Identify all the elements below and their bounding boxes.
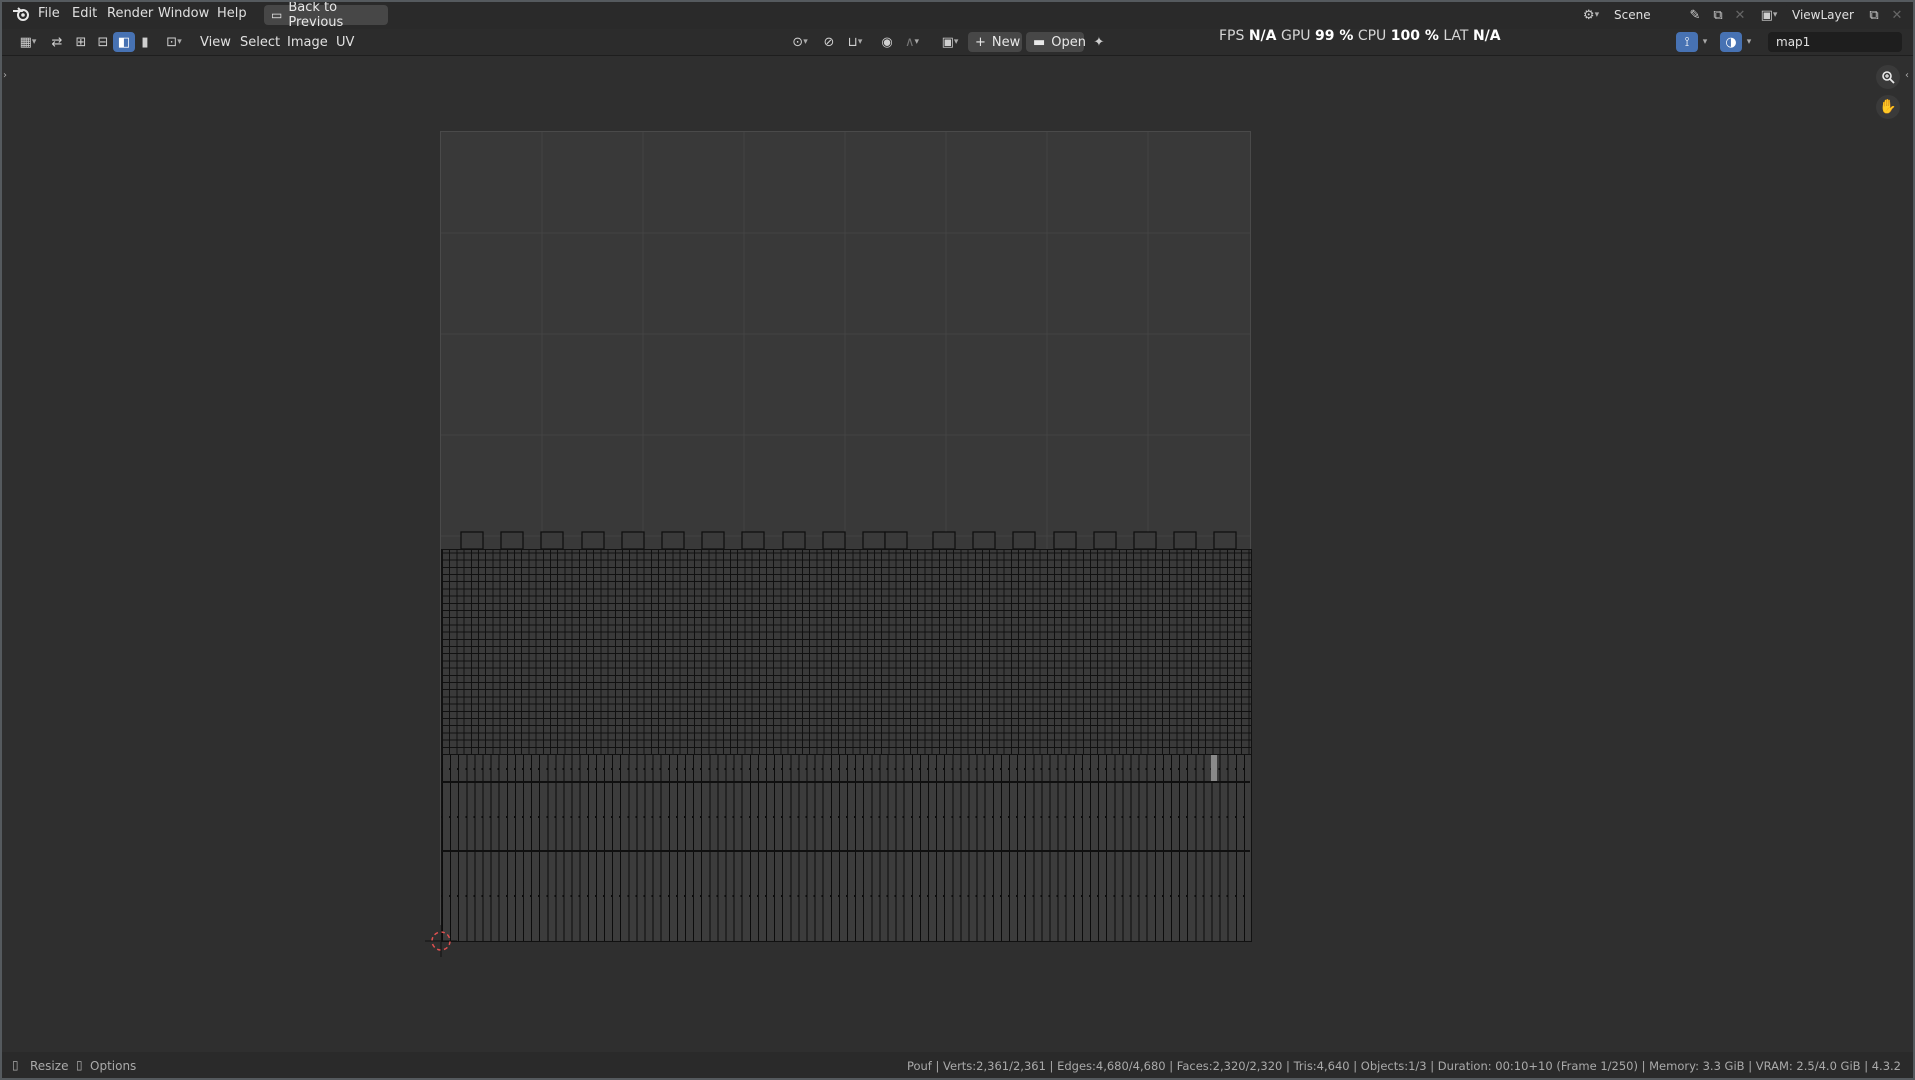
strip-separator <box>441 850 1250 852</box>
proportional-edit-icon[interactable]: ◉ <box>876 32 898 52</box>
snap-target-icon[interactable]: ⊔ ▾ <box>840 32 870 52</box>
uv-island-tabs <box>460 531 1237 550</box>
folder-icon: ▬ <box>1033 34 1046 50</box>
view-layer-icon[interactable]: ▣ ▾ <box>1758 5 1780 25</box>
gpu-label: GPU <box>1280 28 1311 44</box>
fps-value: N/A <box>1248 28 1277 44</box>
close-scene-icon[interactable]: ✕ <box>1729 5 1751 25</box>
menu-uv[interactable]: UV <box>336 35 354 50</box>
snap-icon[interactable]: ⊘ <box>818 32 840 52</box>
gizmo-dropdown-icon[interactable]: ▾ <box>1698 32 1712 52</box>
strip-vertex-row <box>441 816 1250 818</box>
close-view-layer-icon[interactable]: ✕ <box>1886 5 1908 25</box>
lat-label: LAT <box>1443 28 1469 44</box>
image-browse-icon[interactable]: ▣ ▾ <box>936 32 964 52</box>
new-image-button[interactable]: + New <box>968 32 1022 52</box>
open-image-label: Open <box>1051 34 1087 50</box>
status-bar: ▯ Resize ▯ Options Pouf | Verts:2,361/2,… <box>0 1052 1915 1080</box>
menu-view[interactable]: View <box>200 35 231 50</box>
toolbar-expand-icon[interactable]: › <box>3 70 7 81</box>
new-view-layer-icon[interactable]: ⧉ <box>1863 5 1885 25</box>
menu-render[interactable]: Render <box>107 6 153 21</box>
open-image-button[interactable]: ▬ Open <box>1026 32 1087 52</box>
scene-statistics: Pouf | Verts:2,361/2,361 | Edges:4,680/4… <box>906 1059 1901 1073</box>
gizmo-toggle-icon[interactable]: ⟟ <box>1676 32 1698 52</box>
editor-type-icon[interactable]: ▦ ▾ <box>14 32 42 52</box>
screen-icon: ▭ <box>271 8 283 22</box>
menu-image[interactable]: Image <box>287 35 328 50</box>
island-select-icon[interactable]: ▮ <box>134 32 156 52</box>
hand-icon[interactable]: ✋ <box>1876 95 1900 119</box>
scene-name: Scene <box>1614 8 1651 22</box>
menu-help[interactable]: Help <box>217 6 247 21</box>
lat-value: N/A <box>1472 28 1501 44</box>
strip-separator <box>441 781 1250 783</box>
uv-map-field[interactable]: map1 <box>1768 32 1902 52</box>
zoom-icon[interactable] <box>1876 65 1900 89</box>
blender-logo-icon[interactable] <box>12 6 30 26</box>
sidebar-expand-icon[interactable]: ‹ <box>1905 70 1909 81</box>
mouse-left-icon: ▯ <box>12 1058 19 1072</box>
resize-hint: Resize <box>30 1059 69 1073</box>
uv-mesh-dense-region[interactable] <box>441 549 1252 756</box>
performance-stats: FPS N/A GPU 99 % CPU 100 % LAT N/A <box>1219 28 1501 44</box>
overlay-toggle-icon[interactable]: ◑ <box>1720 32 1742 52</box>
new-image-label: New <box>991 34 1021 50</box>
sync-selection-icon[interactable]: ⇄ <box>46 32 68 52</box>
top-menubar: File Edit Render Window Help ▭ Back to P… <box>0 0 1915 30</box>
view-layer-name: ViewLayer <box>1792 8 1854 22</box>
falloff-icon[interactable]: ∧ ▾ <box>898 32 926 52</box>
gpu-value: 99 % <box>1314 28 1354 44</box>
options-hint: Options <box>90 1059 137 1073</box>
edge-select-icon[interactable]: ⊟ <box>92 32 114 52</box>
fps-label: FPS <box>1219 28 1245 44</box>
uv-map-name: map1 <box>1776 35 1811 49</box>
face-select-icon[interactable]: ◧ <box>113 32 135 52</box>
back-to-previous-label: Back to Previous <box>288 0 344 30</box>
pin-image-icon[interactable]: ✦ <box>1088 32 1110 52</box>
new-scene-icon[interactable]: ⧉ <box>1707 5 1729 25</box>
cpu-value: 100 % <box>1390 28 1439 44</box>
selected-strip <box>1211 755 1217 781</box>
pin-icon[interactable]: ✎ <box>1684 5 1706 25</box>
sticky-select-icon[interactable]: ⊡ ▾ <box>160 32 188 52</box>
menu-edit[interactable]: Edit <box>72 6 97 21</box>
vertex-select-icon[interactable]: ⊞ <box>70 32 92 52</box>
menu-select[interactable]: Select <box>240 35 280 50</box>
pivot-point-icon[interactable]: ⊙ ▾ <box>786 32 814 52</box>
back-to-previous-button[interactable]: ▭ Back to Previous <box>264 0 388 30</box>
menu-file[interactable]: File <box>38 6 60 21</box>
strip-vertex-row <box>441 768 1250 770</box>
overlay-dropdown-icon[interactable]: ▾ <box>1742 32 1756 52</box>
plus-icon: + <box>975 34 986 50</box>
mouse-right-icon: ▯ <box>76 1058 83 1072</box>
strip-vertex-row <box>441 895 1250 897</box>
menu-window[interactable]: Window <box>158 6 209 21</box>
cpu-label: CPU <box>1357 28 1387 44</box>
scene-type-icon[interactable]: ⚙ ▾ <box>1580 5 1602 25</box>
2d-cursor-icon[interactable] <box>421 921 461 961</box>
